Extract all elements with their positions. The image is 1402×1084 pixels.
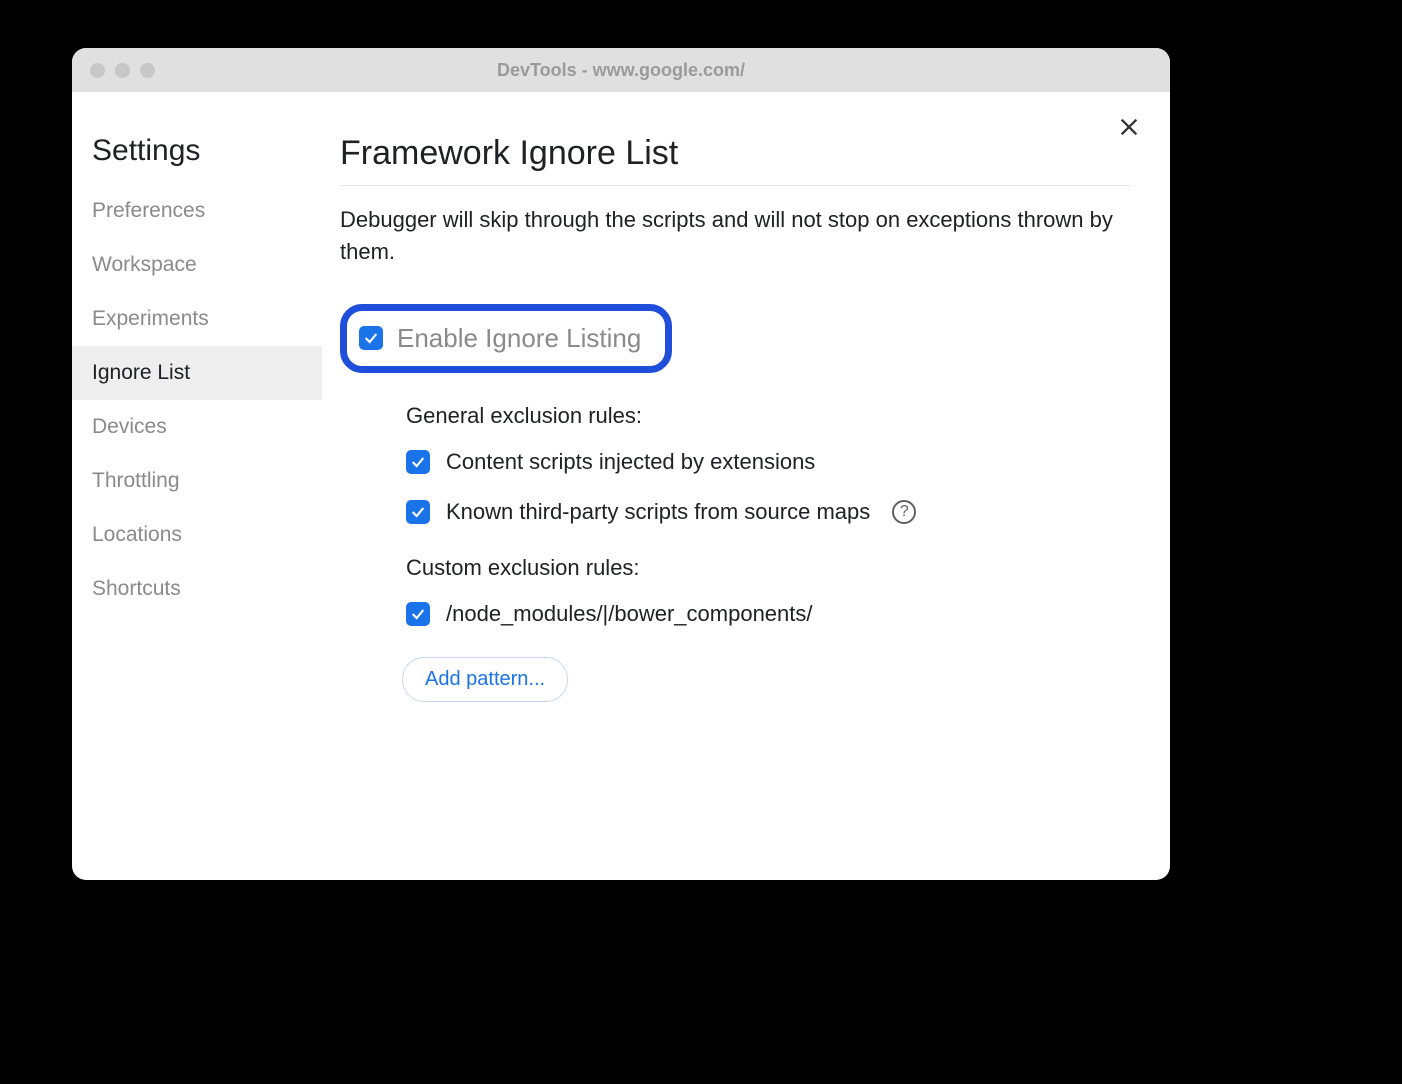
window-titlebar: DevTools - www.google.com/: [72, 48, 1170, 92]
sidebar-item-locations[interactable]: Locations: [72, 508, 322, 562]
sidebar-title: Settings: [72, 134, 322, 184]
third-party-scripts-label: Known third-party scripts from source ma…: [446, 499, 870, 525]
traffic-lights: [90, 63, 155, 78]
enable-ignore-listing-label: Enable Ignore Listing: [397, 323, 641, 354]
add-pattern-button[interactable]: Add pattern...: [402, 657, 568, 702]
window-title: DevTools - www.google.com/: [72, 60, 1170, 81]
content-scripts-label: Content scripts injected by extensions: [446, 449, 815, 475]
settings-sidebar: Settings Preferences Workspace Experimen…: [72, 92, 322, 880]
sidebar-item-devices[interactable]: Devices: [72, 400, 322, 454]
enable-ignore-listing-checkbox[interactable]: [359, 326, 383, 350]
custom-exclusion-section: Custom exclusion rules: /node_modules/|/…: [406, 555, 1130, 702]
help-icon[interactable]: ?: [892, 500, 916, 524]
close-window-icon[interactable]: [90, 63, 105, 78]
settings-main: Framework Ignore List Debugger will skip…: [322, 92, 1170, 880]
custom-rule-label: /node_modules/|/bower_components/: [446, 601, 813, 627]
sidebar-item-workspace[interactable]: Workspace: [72, 238, 322, 292]
general-exclusion-section: General exclusion rules: Content scripts…: [406, 403, 1130, 525]
zoom-window-icon[interactable]: [140, 63, 155, 78]
devtools-settings-window: DevTools - www.google.com/ Settings Pref…: [72, 48, 1170, 880]
content-scripts-checkbox[interactable]: [406, 450, 430, 474]
check-icon: [410, 454, 426, 470]
page-description: Debugger will skip through the scripts a…: [340, 204, 1130, 268]
sidebar-item-shortcuts[interactable]: Shortcuts: [72, 562, 322, 616]
check-icon: [363, 330, 379, 346]
general-rule-row: Known third-party scripts from source ma…: [406, 499, 1130, 525]
sidebar-item-preferences[interactable]: Preferences: [72, 184, 322, 238]
sidebar-item-experiments[interactable]: Experiments: [72, 292, 322, 346]
general-rule-row: Content scripts injected by extensions: [406, 449, 1130, 475]
page-title: Framework Ignore List: [340, 134, 1130, 186]
sidebar-item-throttling[interactable]: Throttling: [72, 454, 322, 508]
close-icon: [1118, 116, 1140, 138]
minimize-window-icon[interactable]: [115, 63, 130, 78]
third-party-scripts-checkbox[interactable]: [406, 500, 430, 524]
settings-body: Settings Preferences Workspace Experimen…: [72, 92, 1170, 880]
check-icon: [410, 606, 426, 622]
custom-rule-row: /node_modules/|/bower_components/: [406, 601, 1130, 627]
check-icon: [410, 504, 426, 520]
enable-ignore-listing-highlight: Enable Ignore Listing: [340, 304, 672, 373]
custom-rule-checkbox[interactable]: [406, 602, 430, 626]
custom-exclusion-heading: Custom exclusion rules:: [406, 555, 1130, 581]
sidebar-item-ignore-list[interactable]: Ignore List: [72, 346, 322, 400]
close-button[interactable]: [1114, 112, 1144, 142]
general-exclusion-heading: General exclusion rules:: [406, 403, 1130, 429]
